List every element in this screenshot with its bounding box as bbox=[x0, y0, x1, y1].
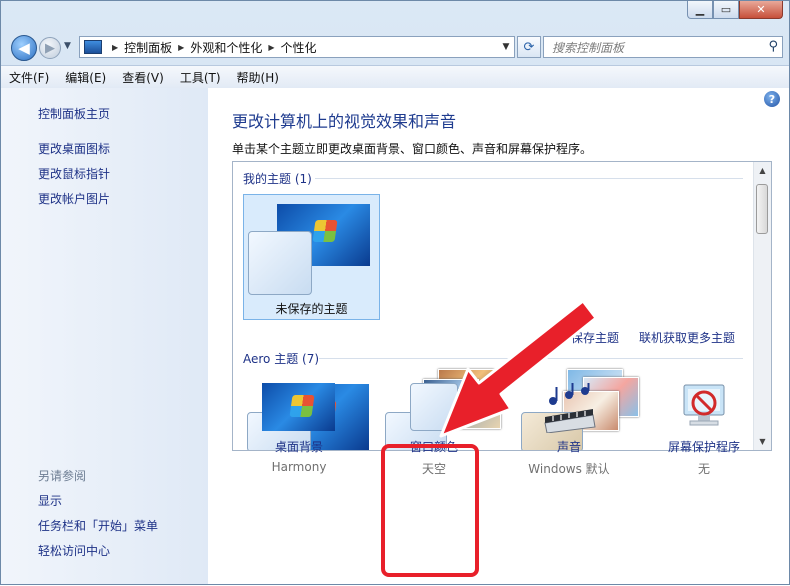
close-button[interactable]: ✕ bbox=[739, 1, 783, 19]
breadcrumb-separator-icon[interactable]: ▶ bbox=[178, 43, 184, 52]
forward-button[interactable]: ▶ bbox=[39, 37, 61, 59]
breadcrumb-separator-icon[interactable]: ▶ bbox=[268, 43, 274, 52]
theme-unsaved[interactable]: 未保存的主题 bbox=[243, 194, 380, 320]
ease-of-access-link[interactable]: 轻松访问中心 bbox=[38, 542, 110, 559]
change-desktop-icons-link[interactable]: 更改桌面图标 bbox=[38, 140, 110, 157]
theme-window-color-thumbnail bbox=[248, 231, 312, 295]
maximize-button[interactable]: ▭ bbox=[713, 1, 739, 19]
sound-value: Windows 默认 bbox=[528, 462, 610, 476]
back-arrow-icon: ◀ bbox=[18, 39, 30, 57]
taskbar-start-menu-link[interactable]: 任务栏和「开始」菜单 bbox=[38, 517, 158, 534]
menu-view[interactable]: 查看(V) bbox=[114, 69, 172, 86]
title-bar: ▁ ▭ ✕ bbox=[1, 1, 789, 31]
theme-unsaved-label: 未保存的主题 bbox=[275, 302, 348, 316]
screensaver-item[interactable]: 屏幕保护程序 无 bbox=[644, 381, 764, 491]
aero-themes-heading: Aero 主题 (7) bbox=[243, 352, 320, 366]
desktop-background-label: 桌面背景 bbox=[274, 440, 323, 454]
menu-help[interactable]: 帮助(H) bbox=[229, 69, 287, 86]
screensaver-icon bbox=[683, 384, 725, 426]
control-panel-icon bbox=[84, 40, 102, 54]
sound-icon bbox=[544, 383, 596, 433]
group-divider bbox=[315, 178, 743, 179]
desktop-background-item[interactable]: 桌面背景 Harmony bbox=[239, 381, 359, 491]
menu-bar: 文件(F) 编辑(E) 查看(V) 工具(T) 帮助(H) bbox=[1, 65, 789, 89]
see-also-heading: 另请参阅 bbox=[38, 469, 87, 483]
change-mouse-pointers-link[interactable]: 更改鼠标指针 bbox=[38, 165, 110, 182]
minimize-button[interactable]: ▁ bbox=[687, 1, 713, 19]
control-panel-home-link[interactable]: 控制面板主页 bbox=[38, 105, 110, 122]
change-account-picture-link[interactable]: 更改帐户图片 bbox=[38, 190, 110, 207]
address-bar[interactable]: ▶ 控制面板 ▶ 外观和个性化 ▶ 个性化 ▼ bbox=[79, 36, 515, 58]
chevron-down-icon: ▼ bbox=[64, 41, 71, 51]
save-theme-link[interactable]: 保存主题 bbox=[571, 329, 619, 346]
scroll-up-icon[interactable]: ▲ bbox=[754, 162, 771, 179]
refresh-icon: ⟳ bbox=[523, 39, 535, 55]
desktop-background-value: Harmony bbox=[271, 460, 327, 474]
back-button[interactable]: ◀ bbox=[11, 35, 37, 61]
help-icon[interactable]: ? bbox=[764, 91, 780, 107]
breadcrumb-separator-icon[interactable]: ▶ bbox=[112, 43, 118, 52]
screensaver-value: 无 bbox=[697, 462, 710, 476]
sound-label: 声音 bbox=[556, 440, 581, 454]
search-box[interactable]: ⚲ bbox=[543, 36, 783, 58]
breadcrumb-personalization[interactable]: 个性化 bbox=[281, 39, 317, 56]
menu-edit[interactable]: 编辑(E) bbox=[57, 69, 114, 86]
maximize-icon: ▭ bbox=[720, 3, 732, 16]
window-color-icon bbox=[410, 383, 458, 431]
menu-file[interactable]: 文件(F) bbox=[1, 69, 57, 86]
annotation-highlight-box bbox=[381, 444, 479, 577]
minimize-icon: ▁ bbox=[695, 3, 705, 16]
breadcrumb-appearance[interactable]: 外观和个性化 bbox=[190, 39, 262, 56]
desktop-background-icon bbox=[262, 383, 335, 431]
search-input[interactable] bbox=[550, 39, 764, 57]
page-description: 单击某个主题立即更改桌面背景、窗口颜色、声音和屏幕保护程序。 bbox=[232, 142, 593, 156]
close-icon: ✕ bbox=[756, 3, 766, 16]
forward-arrow-icon: ▶ bbox=[45, 40, 55, 56]
menu-tools[interactable]: 工具(T) bbox=[172, 69, 229, 86]
search-icon[interactable]: ⚲ bbox=[768, 39, 778, 54]
left-pane: 控制面板主页 更改桌面图标 更改鼠标指针 更改帐户图片 另请参阅 显示 任务栏和… bbox=[1, 88, 208, 584]
group-divider bbox=[319, 358, 743, 359]
scroll-thumb[interactable] bbox=[756, 184, 768, 234]
window: ▁ ▭ ✕ ◀ ▶ ▼ ▶ 控制面板 ▶ 外观和个性化 ▶ 个性化 ▼ ⟳ ⚲ … bbox=[0, 0, 790, 585]
page-title: 更改计算机上的视觉效果和声音 bbox=[232, 112, 457, 131]
window-controls: ▁ ▭ ✕ bbox=[687, 1, 783, 19]
navigation-bar: ◀ ▶ ▼ ▶ 控制面板 ▶ 外观和个性化 ▶ 个性化 ▼ ⟳ ⚲ bbox=[9, 33, 783, 61]
my-themes-heading: 我的主题 (1) bbox=[243, 172, 312, 186]
breadcrumb-control-panel[interactable]: 控制面板 bbox=[124, 39, 172, 56]
sound-item[interactable]: 声音 Windows 默认 bbox=[509, 381, 629, 491]
address-dropdown-icon[interactable]: ▼ bbox=[498, 42, 514, 52]
refresh-button[interactable]: ⟳ bbox=[517, 36, 541, 58]
recent-pages-button[interactable]: ▼ bbox=[64, 41, 71, 51]
screensaver-label: 屏幕保护程序 bbox=[667, 440, 740, 454]
display-link[interactable]: 显示 bbox=[38, 492, 62, 509]
get-more-themes-link[interactable]: 联机获取更多主题 bbox=[639, 329, 735, 346]
